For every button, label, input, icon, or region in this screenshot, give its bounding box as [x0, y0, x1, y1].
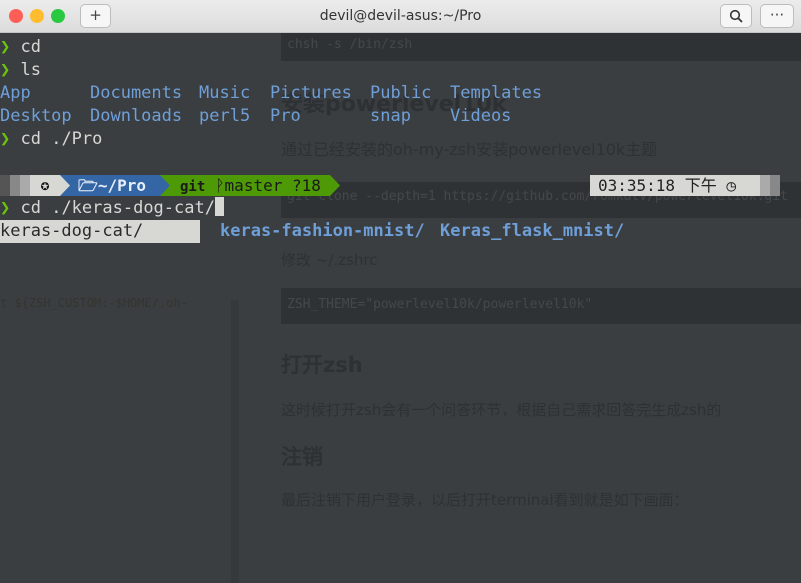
prompt-symbol: ❯ — [0, 60, 11, 80]
title-bar: + devil@devil-asus:~/Pro ··· — [0, 0, 801, 33]
prompt-symbol: ❯ — [0, 129, 11, 149]
folder-icon: 🗁 — [78, 176, 98, 195]
paragraph-install: 通过已经安装的oh-my-zsh安装powerlevel10k主题 — [281, 140, 658, 159]
heading-logout: 注销 — [281, 445, 323, 469]
ubuntu-icon: ✪ — [40, 176, 50, 194]
paragraph-logout: 最后注销下用户登录，以后打开terminal看到就是如下画面： — [281, 491, 689, 509]
cursor — [214, 197, 224, 216]
paragraph-open-zsh: 这时候打开zsh会有一个问答环节，根据自己需求回答完生成zsh的 — [281, 401, 722, 419]
ls-item: perl5 — [199, 106, 251, 126]
ls-item: Downloads — [90, 106, 183, 126]
completion-item-selected[interactable]: keras-dog-cat/ — [0, 220, 200, 243]
prompt-bar-right: 03:35:18 下午 ◷ — [590, 175, 790, 196]
ls-item: Public — [370, 83, 432, 103]
heading-open-zsh: 打开zsh — [281, 353, 363, 377]
command-input[interactable]: cd ./keras-dog-cat/ — [21, 198, 215, 218]
completion-item[interactable]: Keras_flask_mnist/ — [440, 220, 624, 243]
git-branch-status: master ?18 — [224, 176, 321, 195]
command-line: ❯ ls — [0, 60, 41, 80]
code-block: ZSH_THEME="powerlevel10k/powerlevel10k" — [281, 288, 801, 324]
ls-item: Pro — [270, 106, 301, 126]
os-segment: ✪ — [30, 175, 60, 196]
prompt-symbol: ❯ — [0, 198, 11, 218]
command-line: ❯ cd — [0, 37, 41, 57]
ls-item: Music — [199, 83, 251, 103]
command-line: ❯ cd ./keras-dog-cat/ — [0, 197, 224, 220]
window-title: devil@devil-asus:~/Pro — [319, 8, 482, 24]
command-line: ❯ cd ./Pro — [0, 129, 103, 149]
ls-item: Desktop — [0, 106, 72, 126]
code-block: chsh -s /bin/zsh — [281, 33, 801, 61]
ls-item: App — [0, 83, 31, 103]
ls-item: Templates — [450, 83, 543, 103]
completion-item[interactable]: keras-fashion-mnist/ — [220, 220, 425, 243]
scrollbar[interactable] — [231, 300, 239, 583]
ls-item: Pictures — [270, 83, 352, 103]
paragraph-modify: 修改 ~/.zshrc — [281, 251, 378, 269]
clock-icon: ◷ — [726, 176, 736, 195]
prompt-bar-left: ✪ 🗁~/Pro git ᚹmaster ?18 — [0, 175, 345, 196]
search-icon — [729, 9, 743, 23]
ls-item: snap — [370, 106, 411, 126]
menu-button[interactable]: ··· — [760, 4, 794, 28]
prompt-symbol: ❯ — [0, 37, 11, 57]
ls-item: Documents — [90, 83, 183, 103]
branch-icon: ᚹ — [214, 176, 225, 195]
left-code: t ${ZSH_CUSTOM:-$HOME/.oh- — [0, 296, 188, 310]
git-label: git — [180, 179, 206, 195]
ls-item: Videos — [450, 106, 512, 126]
current-dir: ~/Pro — [97, 176, 147, 195]
search-button[interactable] — [720, 4, 752, 28]
clock-time: 03:35:18 下午 — [598, 176, 717, 195]
